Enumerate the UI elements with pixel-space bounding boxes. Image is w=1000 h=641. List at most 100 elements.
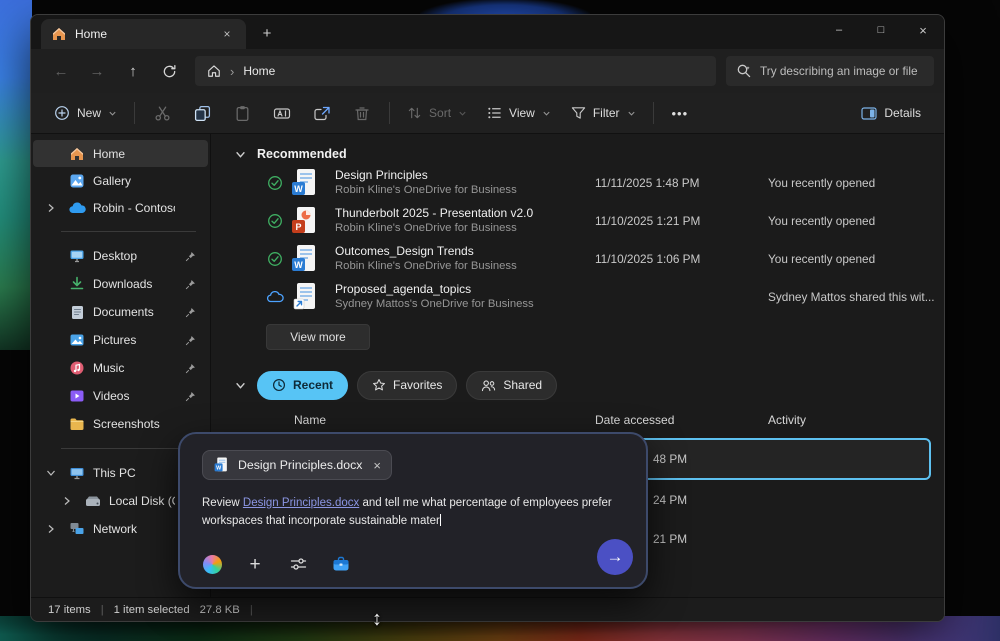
- work-mode-button[interactable]: [331, 554, 351, 574]
- view-button[interactable]: View: [478, 100, 560, 126]
- details-pane-icon: [861, 107, 877, 120]
- back-button[interactable]: ←: [45, 56, 77, 86]
- share-button[interactable]: [303, 99, 341, 127]
- attachment-chip[interactable]: W Design Principles.docx ×: [202, 450, 392, 480]
- file-date: 11/11/2025 1:48 PM: [595, 176, 768, 190]
- sidebar-item-onedrive[interactable]: Robin - Contoso: [33, 194, 208, 221]
- folder-icon: [68, 416, 86, 432]
- remove-attachment-icon[interactable]: ×: [373, 458, 381, 473]
- sidebar-label: This PC: [93, 466, 175, 480]
- sidebar-item-pictures[interactable]: Pictures: [33, 326, 208, 354]
- rename-icon: [273, 105, 291, 122]
- up-button[interactable]: ↑: [117, 56, 149, 86]
- selection-count: 1 item selected: [114, 604, 190, 616]
- send-button[interactable]: →: [597, 539, 633, 575]
- star-icon: [372, 378, 386, 392]
- section-collapse-chevron[interactable]: [235, 381, 246, 390]
- sidebar-item-documents[interactable]: Documents: [33, 298, 208, 326]
- address-bar[interactable]: › Home: [195, 56, 716, 86]
- file-location: Sydney Mattos's OneDrive for Business: [335, 297, 595, 312]
- delete-button[interactable]: [343, 99, 381, 127]
- sliders-icon: [290, 557, 307, 571]
- tab-close-icon[interactable]: ×: [218, 25, 236, 43]
- copilot-logo-icon: [202, 554, 222, 574]
- file-location: Robin Kline's OneDrive for Business: [335, 183, 595, 198]
- copilot-prompt-box[interactable]: W Design Principles.docx × Review Design…: [178, 432, 648, 589]
- search-box[interactable]: Try describing an image or file: [726, 56, 934, 86]
- recommended-file-row[interactable]: Proposed_agenda_topics Sydney Mattos's O…: [211, 278, 944, 316]
- pill-label: Recent: [293, 378, 333, 392]
- section-collapse-chevron[interactable]: [235, 150, 246, 159]
- chevron-right-icon[interactable]: [57, 496, 77, 506]
- breadcrumb[interactable]: Home: [243, 64, 275, 78]
- toolbar-divider: [653, 102, 654, 124]
- sidebar-item-music[interactable]: Music: [33, 354, 208, 382]
- new-button[interactable]: New: [45, 99, 126, 127]
- chevron-right-icon[interactable]: [41, 524, 61, 534]
- pill-favorites[interactable]: Favorites: [357, 371, 457, 400]
- details-button[interactable]: Details: [852, 100, 930, 126]
- copy-button[interactable]: [183, 99, 221, 127]
- breadcrumb-separator: ›: [230, 64, 234, 79]
- synced-check-icon: [267, 213, 283, 229]
- sidebar-item-home[interactable]: Home: [33, 140, 208, 167]
- videos-icon: [68, 388, 86, 404]
- filter-button[interactable]: Filter: [562, 100, 645, 126]
- options-sliders-button[interactable]: [288, 554, 308, 574]
- refresh-button[interactable]: [153, 56, 185, 86]
- word-file-icon: W: [291, 244, 317, 274]
- ai-search-icon: [736, 63, 752, 79]
- sidebar-label: Network: [93, 522, 175, 536]
- text-caret: [440, 514, 441, 526]
- view-icon: [487, 106, 502, 120]
- pill-shared[interactable]: Shared: [466, 371, 557, 400]
- prompt-file-link[interactable]: Design Principles.docx: [243, 497, 359, 509]
- recommended-file-row[interactable]: W Design Principles Robin Kline's OneDri…: [211, 164, 944, 202]
- new-tab-button[interactable]: +: [254, 20, 280, 46]
- add-attachment-button[interactable]: +: [245, 554, 265, 574]
- sidebar-item-screenshots[interactable]: Screenshots: [33, 410, 208, 438]
- prompt-input[interactable]: Review Design Principles.docx and tell m…: [202, 494, 630, 531]
- recommended-file-row[interactable]: W Outcomes_Design Trends Robin Kline's O…: [211, 240, 944, 278]
- file-date: 11/10/2025 1:21 PM: [595, 214, 768, 228]
- sidebar-label: Screenshots: [93, 417, 175, 431]
- chevron-right-icon[interactable]: [41, 203, 61, 213]
- chevron-down-icon: [458, 109, 467, 118]
- sort-icon: [407, 106, 422, 120]
- synced-check-icon: [267, 251, 283, 267]
- view-more-button[interactable]: View more: [266, 324, 370, 350]
- synced-check-icon: [267, 175, 283, 191]
- chevron-down-icon[interactable]: [41, 469, 61, 477]
- sidebar-item-gallery[interactable]: Gallery: [33, 167, 208, 194]
- pin-icon: [182, 279, 198, 290]
- more-options-button[interactable]: •••: [662, 106, 699, 121]
- rename-button[interactable]: [263, 99, 301, 127]
- pin-icon: [182, 335, 198, 346]
- file-name: Outcomes_Design Trends: [335, 243, 595, 259]
- cut-button[interactable]: [143, 99, 181, 127]
- column-header-name[interactable]: Name: [294, 413, 595, 427]
- column-header-date[interactable]: Date accessed: [595, 413, 768, 427]
- recommended-file-row[interactable]: P Thunderbolt 2025 - Presentation v2.0 R…: [211, 202, 944, 240]
- view-label: View: [509, 106, 535, 120]
- word-file-icon: W: [291, 168, 317, 198]
- sidebar-item-downloads[interactable]: Downloads: [33, 270, 208, 298]
- forward-button[interactable]: →: [81, 56, 113, 86]
- selection-size: 27.8 KB: [200, 604, 240, 616]
- wallpaper-bloom-top: [420, 0, 590, 14]
- breadcrumb-home-icon: [207, 64, 221, 78]
- column-header-activity[interactable]: Activity: [768, 413, 944, 427]
- sidebar-item-desktop[interactable]: Desktop: [33, 242, 208, 270]
- tab-home[interactable]: Home ×: [41, 19, 246, 49]
- row-time-partial: 21 PM: [653, 532, 687, 546]
- close-button[interactable]: ×: [902, 15, 944, 45]
- sidebar-item-videos[interactable]: Videos: [33, 382, 208, 410]
- maximize-button[interactable]: □: [860, 15, 902, 45]
- sidebar-label: Gallery: [93, 174, 175, 188]
- sort-button[interactable]: Sort: [398, 100, 476, 126]
- pill-recent[interactable]: Recent: [257, 371, 348, 400]
- share-icon: [313, 105, 331, 122]
- paste-button[interactable]: [223, 99, 261, 127]
- cut-icon: [154, 105, 171, 122]
- minimize-button[interactable]: –: [818, 15, 860, 45]
